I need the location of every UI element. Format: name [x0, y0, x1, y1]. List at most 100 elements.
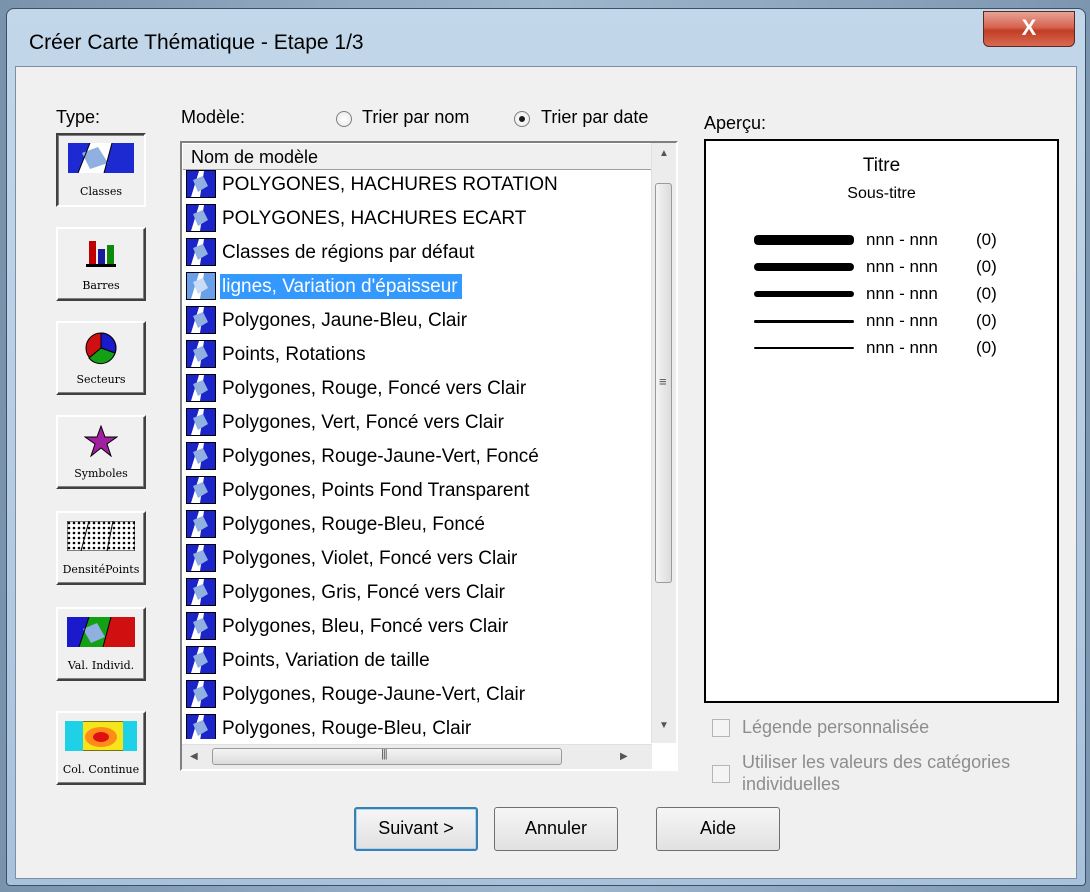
list-item[interactable]: Polygones, Gris, Foncé vers Clair — [186, 577, 656, 607]
legend-count: (0) — [976, 257, 997, 276]
sort-by-name-label[interactable]: Trier par nom — [362, 107, 469, 128]
legend-line-swatch — [754, 320, 854, 323]
horizontal-scroll-thumb[interactable]: ||| — [212, 748, 562, 765]
model-icon — [186, 204, 216, 232]
scroll-right-arrow-icon[interactable]: ▶ — [620, 752, 628, 762]
type-label-classes: Classes — [80, 185, 122, 198]
scroll-down-arrow-icon[interactable]: ▼ — [659, 721, 669, 731]
list-item[interactable]: Polygones, Rouge-Jaune-Vert, Foncé — [186, 441, 656, 471]
list-item-label: Polygones, Rouge-Bleu, Clair — [222, 718, 472, 739]
next-button[interactable]: Suivant > — [354, 807, 478, 851]
type-dot-density-button[interactable]: DensitéPoints — [56, 511, 146, 585]
model-icon — [186, 442, 216, 470]
type-label-bars: Barres — [82, 279, 120, 292]
legend-range: nnn - nnn — [866, 257, 938, 276]
preview-title: Titre — [862, 155, 901, 176]
model-icon — [186, 170, 216, 198]
legend-count: (0) — [976, 311, 997, 330]
list-item[interactable]: POLYGONES, HACHURES ECART — [186, 203, 656, 233]
use-category-values-checkbox[interactable] — [712, 765, 730, 783]
legend-line-swatch — [754, 235, 854, 245]
preview-panel: Titre Sous-titre nnn - nnn (0) nnn - nnn… — [704, 139, 1059, 703]
list-item-label: lignes, Variation d'épaisseur — [220, 274, 462, 299]
legend-count: (0) — [976, 338, 997, 357]
title-bar: Créer Carte Thématique - Etape 1/3 X — [7, 9, 1085, 65]
type-pie-button[interactable]: Secteurs — [56, 321, 146, 395]
scroll-left-arrow-icon[interactable]: ◀ — [190, 752, 198, 762]
legend-range: nnn - nnn — [866, 230, 938, 249]
custom-legend-checkbox[interactable] — [712, 719, 730, 737]
list-item-label: Polygones, Rouge-Bleu, Foncé — [222, 514, 485, 535]
list-item[interactable]: Points, Rotations — [186, 339, 656, 369]
list-item-label: Polygones, Points Fond Transparent — [222, 480, 530, 501]
type-label-individual-values: Val. Individ. — [67, 659, 135, 672]
list-item-label: Points, Variation de taille — [222, 650, 430, 671]
preview-subtitle: Sous-titre — [847, 185, 916, 202]
model-list-items: POLYGONES, HACHURES ROTATION POLYGONES, H… — [186, 169, 656, 739]
dialog-body: Type: Modèle: Trier par nom Trier par da… — [15, 66, 1077, 879]
list-item-label: Polygones, Bleu, Foncé vers Clair — [222, 616, 509, 637]
close-button[interactable]: X — [983, 11, 1075, 47]
model-icon — [186, 238, 216, 266]
model-icon — [186, 340, 216, 368]
list-item-label: POLYGONES, HACHURES ECART — [222, 208, 527, 229]
list-item[interactable]: Polygones, Rouge-Jaune-Vert, Clair — [186, 679, 656, 709]
list-item[interactable]: Polygones, Jaune-Bleu, Clair — [186, 305, 656, 335]
sort-by-date-label[interactable]: Trier par date — [541, 107, 648, 128]
type-label-pie: Secteurs — [76, 373, 126, 386]
model-icon — [186, 646, 216, 674]
help-button[interactable]: Aide — [656, 807, 780, 851]
list-item[interactable]: Polygones, Violet, Foncé vers Clair — [186, 543, 656, 573]
list-item[interactable]: Polygones, Rouge-Bleu, Foncé — [186, 509, 656, 539]
pie-chart-icon — [85, 332, 117, 365]
list-item-label: Polygones, Violet, Foncé vers Clair — [222, 548, 518, 569]
list-item-label: Polygones, Vert, Foncé vers Clair — [222, 412, 504, 433]
vertical-scroll-thumb[interactable]: ≡ — [655, 183, 672, 583]
sort-by-name-radio[interactable] — [336, 111, 352, 127]
type-label-symbols: Symboles — [74, 467, 128, 480]
list-item[interactable]: POLYGONES, HACHURES ROTATION — [186, 169, 656, 199]
model-icon — [186, 374, 216, 402]
type-symbols-button[interactable]: Symboles — [56, 415, 146, 489]
list-item-label: Polygones, Gris, Foncé vers Clair — [222, 582, 505, 603]
list-item[interactable]: Polygones, Rouge-Bleu, Clair — [186, 713, 656, 739]
dialog-window: Créer Carte Thématique - Etape 1/3 X Typ… — [6, 8, 1086, 886]
model-icon — [186, 544, 216, 572]
list-item-label: Polygones, Jaune-Bleu, Clair — [222, 310, 468, 331]
legend-row: nnn - nnn (0) — [754, 229, 1054, 251]
model-icon — [186, 272, 216, 300]
model-list[interactable]: Nom de modèle POLYGONES, HACHURES ROTATI… — [180, 141, 678, 771]
list-item-label: Classes de régions par défaut — [222, 242, 475, 263]
model-label: Modèle: — [181, 107, 246, 127]
list-item[interactable]: lignes, Variation d'épaisseur — [186, 271, 656, 301]
legend-count: (0) — [976, 284, 997, 303]
type-label: Type: — [56, 107, 101, 127]
sort-by-date-radio[interactable] — [514, 111, 530, 127]
type-label-dot-density: DensitéPoints — [62, 563, 140, 576]
list-item[interactable]: Polygones, Rouge, Foncé vers Clair — [186, 373, 656, 403]
model-icon — [186, 306, 216, 334]
legend-row: nnn - nnn (0) — [754, 310, 1054, 332]
horizontal-scrollbar[interactable]: ◀ ||| ▶ — [182, 744, 652, 769]
vertical-scrollbar[interactable]: ▲ ≡ ▼ — [651, 143, 676, 743]
legend-count: (0) — [976, 230, 997, 249]
type-bars-button[interactable]: Barres — [56, 227, 146, 301]
list-item[interactable]: Polygones, Bleu, Foncé vers Clair — [186, 611, 656, 641]
list-item[interactable]: Points, Variation de taille — [186, 645, 656, 675]
scroll-up-arrow-icon[interactable]: ▲ — [659, 149, 669, 159]
cancel-button[interactable]: Annuler — [494, 807, 618, 851]
list-item[interactable]: Polygones, Vert, Foncé vers Clair — [186, 407, 656, 437]
type-individual-values-button[interactable]: Val. Individ. — [56, 607, 146, 681]
list-item[interactable]: Polygones, Points Fond Transparent — [186, 475, 656, 505]
custom-legend-label[interactable]: Légende personnalisée — [742, 717, 929, 738]
legend-row: nnn - nnn (0) — [754, 337, 1054, 359]
grip-icon: ||| — [381, 748, 388, 760]
model-list-header[interactable]: Nom de modèle — [183, 144, 651, 170]
use-category-values-label[interactable]: Utiliser les valeurs des catégories indi… — [742, 751, 1062, 795]
type-classes-button[interactable]: Classes — [56, 133, 146, 207]
legend-line-swatch — [754, 263, 854, 271]
type-continuous-color-button[interactable]: Col. Continue — [56, 711, 146, 785]
list-item[interactable]: Classes de régions par défaut — [186, 237, 656, 267]
classes-icon — [68, 143, 134, 173]
list-item-label: POLYGONES, HACHURES ROTATION — [222, 174, 558, 195]
